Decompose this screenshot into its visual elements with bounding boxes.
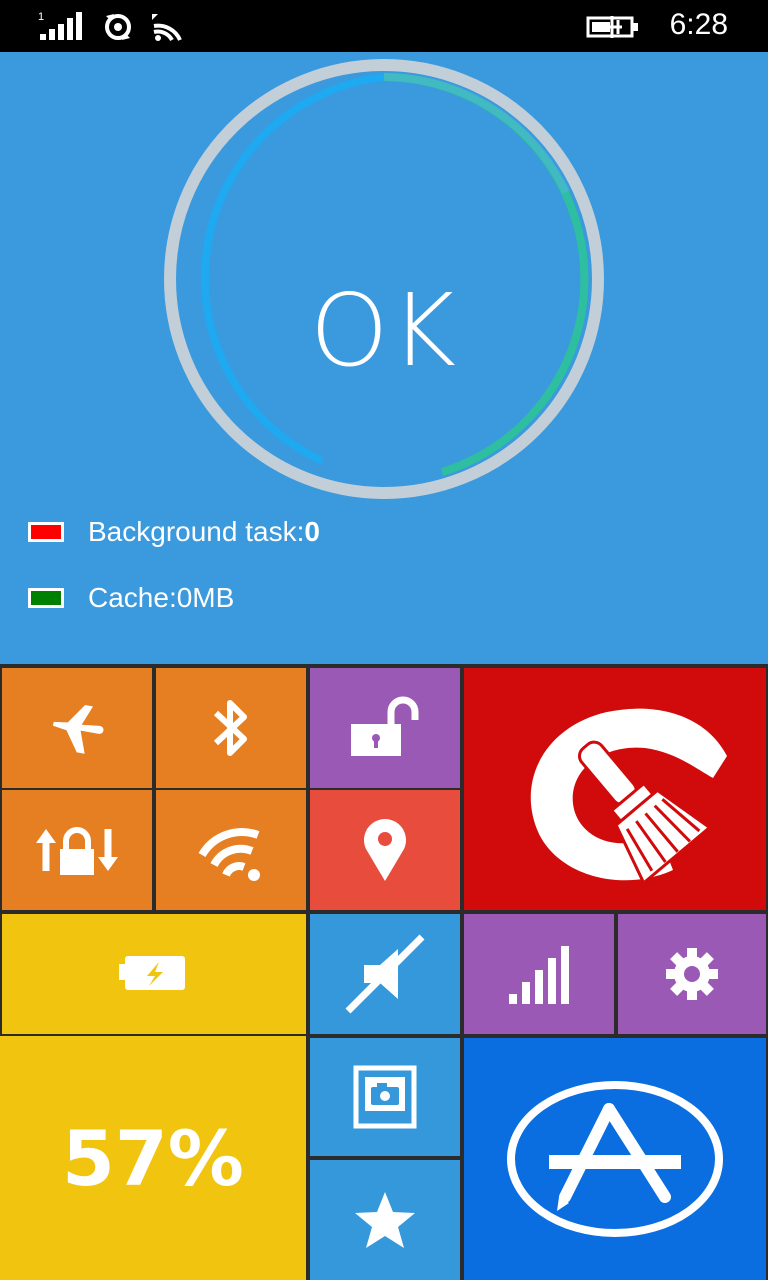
- bluetooth-tile[interactable]: [156, 668, 306, 788]
- battery-percentage: 57%: [62, 1113, 244, 1203]
- wifi-tile[interactable]: [156, 790, 306, 910]
- legend-cache: Cache:0MB: [28, 578, 234, 618]
- brightness-tile[interactable]: [310, 914, 460, 1034]
- legend-label: Cache:0MB: [88, 582, 235, 613]
- data-sync-icon: [105, 14, 131, 40]
- system-monitor-panel: OK Background task: 0 Cache:0MB: [0, 52, 768, 664]
- bluetooth-icon: [213, 700, 247, 756]
- wifi-icon: [152, 14, 182, 42]
- airplane-icon: [53, 705, 104, 754]
- brightness-off-icon: [345, 934, 425, 1014]
- clock: 6:28: [669, 8, 728, 41]
- battery-saver-icon: [119, 956, 185, 990]
- cellular-signal-icon: [509, 946, 569, 1004]
- gear-icon: [666, 948, 718, 1000]
- favorites-tile[interactable]: [310, 1160, 460, 1280]
- legend-label: Background task:: [88, 516, 305, 547]
- rotation-lock-tile[interactable]: [2, 790, 152, 910]
- status-bar: 1 6:28: [0, 0, 768, 52]
- airplane-mode-tile[interactable]: [2, 668, 152, 788]
- cellular-tile[interactable]: [464, 914, 614, 1034]
- battery-saver-tile[interactable]: [2, 914, 306, 1034]
- star-icon: [355, 1192, 415, 1248]
- lock-screen-tile[interactable]: [310, 668, 460, 788]
- green-swatch-icon: [28, 588, 64, 608]
- app-store-tile[interactable]: [464, 1038, 766, 1280]
- red-swatch-icon: [28, 522, 64, 542]
- cleaner-app-tile[interactable]: [464, 668, 766, 910]
- settings-tile[interactable]: [618, 914, 766, 1034]
- cleaner-brush-icon: [530, 708, 727, 884]
- legend-background-task: Background task: 0: [28, 512, 320, 552]
- wifi-icon: [198, 828, 260, 881]
- camera-icon: [353, 1065, 417, 1129]
- svg-text:1: 1: [38, 11, 44, 23]
- app-store-icon: [507, 1081, 723, 1237]
- location-tile[interactable]: [310, 790, 460, 910]
- camera-tile[interactable]: [310, 1038, 460, 1156]
- location-pin-icon: [364, 819, 406, 881]
- signal-bars-icon: 1: [38, 11, 82, 40]
- legend-value: 0: [304, 516, 320, 547]
- status-ok-label: OK: [309, 272, 459, 389]
- rotation-lock-icon: [36, 827, 118, 875]
- unlocked-padlock-icon: [351, 696, 419, 756]
- battery-percent-tile[interactable]: 57%: [0, 1036, 306, 1280]
- battery-charging-icon: [586, 16, 638, 38]
